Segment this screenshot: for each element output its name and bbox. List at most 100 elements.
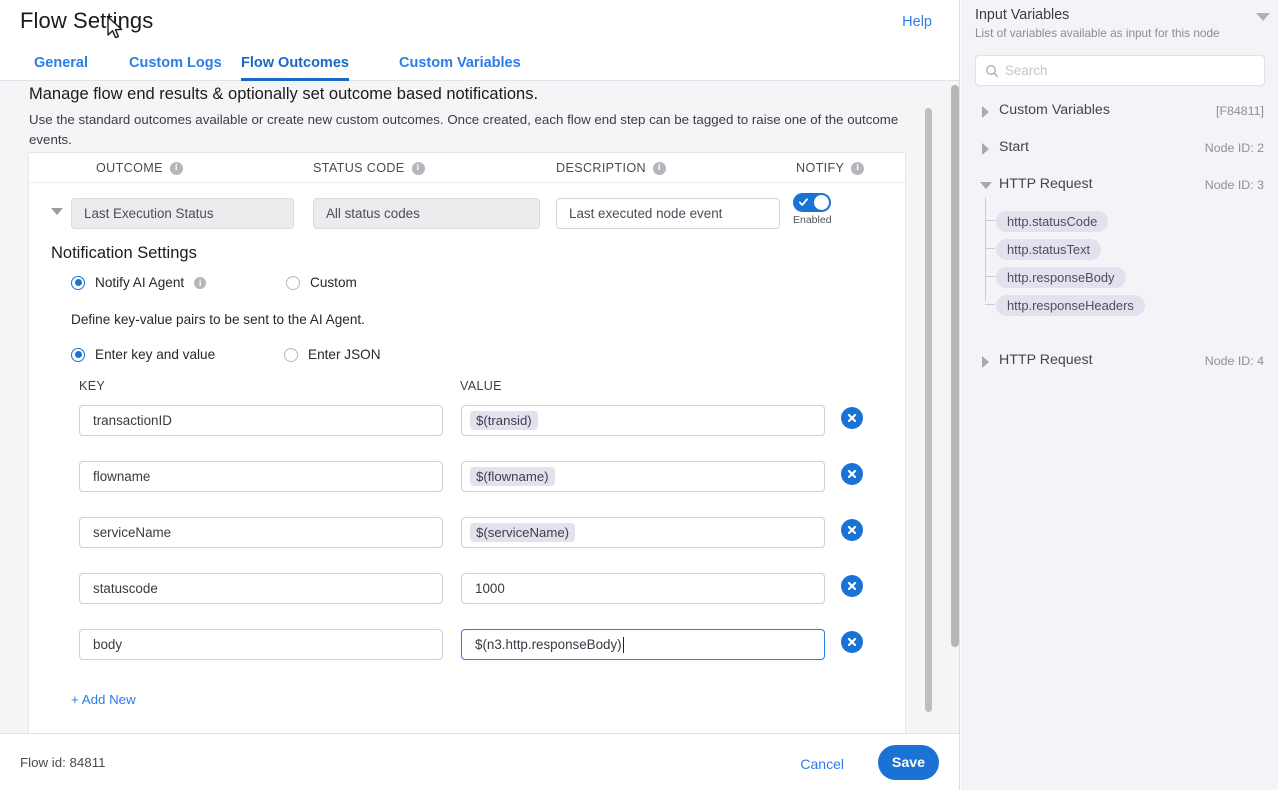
kv-value-value: 1000 — [475, 581, 505, 596]
info-icon[interactable]: i — [851, 161, 865, 175]
sidebar-group-custom-variables[interactable]: Custom Variables [F84811] — [961, 101, 1278, 123]
radio-target-notify-ai-agent[interactable]: Notify AI Agent i — [71, 275, 207, 290]
column-header-outcome: OUTCOME i — [96, 161, 183, 175]
status-code-value: All status codes — [326, 206, 420, 221]
tab-custom-variables[interactable]: Custom Variables — [399, 48, 521, 81]
settings-scroll-area[interactable]: Manage flow end results & optionally set… — [0, 81, 959, 733]
radio-button[interactable] — [284, 347, 298, 362]
kv-row: serviceName $(serviceName) — [29, 511, 907, 567]
kv-key-value: body — [93, 637, 123, 652]
radio-button[interactable] — [71, 347, 85, 362]
radio-label: Enter key and value — [95, 347, 216, 362]
delete-row-icon[interactable] — [841, 631, 863, 653]
notification-settings-title: Notification Settings — [51, 244, 197, 262]
kv-value-input[interactable]: $(serviceName) — [461, 517, 825, 548]
panel-header: Flow Settings Help — [0, 0, 959, 48]
sidebar-group-http-request[interactable]: HTTP Request Node ID: 4 — [961, 351, 1278, 373]
info-icon[interactable]: i — [169, 161, 183, 175]
notify-toggle-label: Enabled — [793, 214, 832, 226]
sidebar-title: Input Variables — [975, 7, 1070, 23]
toggle-knob — [814, 195, 829, 210]
kv-row: statuscode 1000 — [29, 567, 907, 623]
tree-connector — [985, 197, 986, 301]
kv-value-value: $(serviceName) — [470, 523, 576, 542]
column-header-label: DESCRIPTION — [556, 161, 646, 175]
kv-key-input[interactable]: serviceName — [79, 517, 443, 548]
search-input[interactable] — [1005, 63, 1235, 78]
info-icon[interactable]: i — [411, 161, 425, 175]
collapse-panel-icon[interactable] — [1256, 13, 1270, 21]
status-code-field: All status codes — [313, 198, 540, 229]
kv-key-input[interactable]: statuscode — [79, 573, 443, 604]
close-icon — [847, 525, 857, 535]
delete-row-icon[interactable] — [841, 575, 863, 597]
kv-row: body $(n3.http.responseBody) — [29, 623, 907, 679]
add-new-link[interactable]: + Add New — [71, 692, 136, 707]
outcome-value: Last Execution Status — [84, 206, 214, 221]
delete-row-icon[interactable] — [841, 463, 863, 485]
page-scrollbar[interactable] — [951, 85, 959, 647]
tab-label: Custom Variables — [399, 55, 521, 71]
help-link[interactable]: Help — [902, 14, 932, 30]
sidebar-group-meta: [F84811] — [1216, 104, 1264, 118]
notification-settings-body: Notification Settings Define key-value p… — [29, 244, 907, 733]
section-heading: Manage flow end results & optionally set… — [29, 85, 539, 103]
chevron-right-icon[interactable] — [982, 106, 989, 118]
variable-chip[interactable]: http.responseHeaders — [996, 295, 1145, 316]
sidebar-group-meta: Node ID: 2 — [1204, 141, 1264, 155]
close-icon — [847, 637, 857, 647]
radio-button[interactable] — [71, 275, 85, 290]
outcome-column-headers: OUTCOME i STATUS CODE i DESCRIPTION i NOTIFY i — [29, 153, 905, 183]
outcome-card: OUTCOME i STATUS CODE i DESCRIPTION i NOTIFY i … — [28, 152, 906, 733]
chevron-right-icon[interactable] — [982, 143, 989, 155]
variable-chip[interactable]: http.statusCode — [996, 211, 1109, 232]
column-header-label: STATUS CODE — [313, 161, 405, 175]
radio-mode-enter-key-and-value[interactable]: Enter key and value — [71, 347, 215, 362]
radio-button[interactable] — [286, 275, 300, 290]
description-field[interactable]: Last executed node event — [556, 198, 780, 229]
kv-value-input[interactable]: 1000 — [461, 573, 825, 604]
info-icon[interactable]: i — [652, 161, 666, 175]
save-button[interactable]: Save — [878, 745, 939, 780]
column-header-description: DESCRIPTION i — [556, 161, 666, 175]
radio-label: Custom — [310, 275, 357, 290]
delete-row-icon[interactable] — [841, 519, 863, 541]
card-scrollbar[interactable] — [925, 108, 932, 712]
flow-settings-panel: Flow Settings Help General Custom Logs Flo… — [0, 0, 960, 790]
variable-chip[interactable]: http.statusText — [996, 239, 1102, 260]
kv-key-input[interactable]: body — [79, 629, 443, 660]
variable-chip[interactable]: http.responseBody — [996, 267, 1126, 288]
sidebar-group-http-request[interactable]: HTTP Request Node ID: 3 — [961, 175, 1278, 197]
delete-row-icon[interactable] — [841, 407, 863, 429]
cancel-button[interactable]: Cancel — [800, 756, 844, 772]
chevron-down-icon[interactable] — [51, 208, 63, 215]
tab-general[interactable]: General — [34, 48, 88, 81]
kv-key-value: transactionID — [93, 413, 172, 428]
column-header-label: OUTCOME — [96, 161, 163, 175]
radio-target-custom[interactable]: Custom — [286, 275, 357, 290]
tree-connector — [985, 276, 995, 277]
notify-toggle[interactable] — [793, 193, 831, 212]
kv-key-input[interactable]: flowname — [79, 461, 443, 492]
kv-value-value: $(n3.http.responseBody) — [475, 637, 622, 652]
info-icon[interactable]: i — [194, 276, 207, 289]
kv-value-input[interactable]: $(transid) — [461, 405, 825, 436]
sidebar-group-meta: Node ID: 3 — [1204, 178, 1264, 192]
radio-mode-enter-json[interactable]: Enter JSON — [284, 347, 381, 362]
kv-key-input[interactable]: transactionID — [79, 405, 443, 436]
tab-custom-logs[interactable]: Custom Logs — [129, 48, 222, 81]
kv-value-value: $(transid) — [470, 411, 538, 430]
sidebar-group-start[interactable]: Start Node ID: 2 — [961, 138, 1278, 160]
notify-toggle-group: Enabled — [793, 193, 832, 226]
chevron-right-icon[interactable] — [982, 356, 989, 368]
kv-value-input[interactable]: $(n3.http.responseBody) — [461, 629, 825, 660]
sidebar-subtitle: List of variables available as input for… — [975, 26, 1220, 40]
kv-value-input[interactable]: $(flowname) — [461, 461, 825, 492]
input-variables-sidebar: Input Variables List of variables availa… — [961, 0, 1278, 790]
search-box[interactable] — [975, 55, 1265, 86]
chevron-down-icon[interactable] — [980, 182, 992, 189]
column-header-label: NOTIFY — [796, 161, 845, 175]
radio-label: Enter JSON — [308, 347, 381, 362]
tab-flow-outcomes[interactable]: Flow Outcomes — [241, 48, 349, 81]
sidebar-group-label: Custom Variables — [999, 102, 1110, 118]
